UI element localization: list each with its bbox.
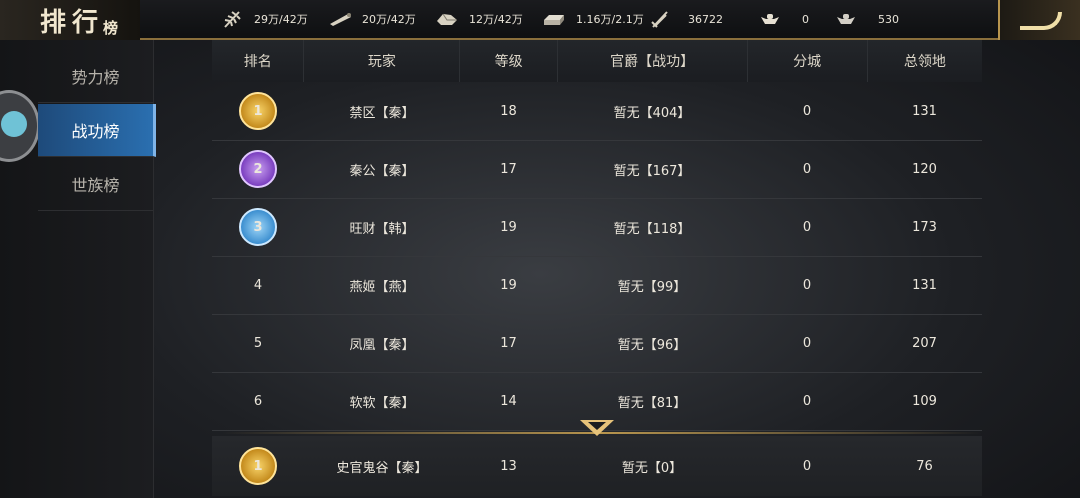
player-name: 秦公【秦】	[349, 163, 415, 179]
player-branch: 0	[802, 219, 812, 235]
wood-icon	[330, 13, 351, 26]
player-branch: 0	[802, 335, 812, 351]
player-branch: 0	[802, 103, 812, 119]
table-row[interactable]: 1 禁区【秦】 18 暂无【404】 0 131	[212, 82, 982, 141]
resource-iron-value: 1.16万/2.1万	[576, 13, 644, 26]
my-player-territory: 76	[916, 458, 933, 474]
col-branch-city: 分城	[748, 40, 868, 82]
bronze-medal-icon: 3	[239, 208, 277, 246]
back-arrow-icon	[1020, 12, 1062, 30]
player-title: 暂无【118】	[613, 221, 691, 237]
player-name: 软软【秦】	[349, 395, 415, 411]
gold-medal-icon: 1	[239, 447, 277, 485]
player-branch: 0	[802, 161, 812, 177]
player-territory: 109	[912, 393, 937, 409]
player-level: 17	[500, 161, 517, 177]
player-territory: 207	[912, 335, 937, 351]
player-branch: 0	[802, 393, 812, 409]
stone-icon	[437, 13, 457, 25]
resource-wood[interactable]: 20万/42万	[328, 10, 416, 28]
player-branch: 0	[802, 277, 812, 293]
player-title: 暂无【404】	[613, 105, 691, 121]
player-title: 暂无【99】	[617, 279, 687, 295]
sidebar-item-label: 势力榜	[71, 68, 120, 87]
col-territory: 总领地	[903, 54, 946, 70]
player-level: 14	[500, 393, 517, 409]
resource-wood-value: 20万/42万	[362, 13, 416, 26]
player-name: 凤凰【秦】	[349, 337, 415, 353]
my-player-level: 13	[500, 458, 517, 474]
player-level: 17	[500, 335, 517, 351]
sidebar-item-label: 战功榜	[71, 122, 120, 141]
col-level: 等级	[460, 40, 558, 82]
gold-ingot-icon	[761, 14, 779, 24]
my-player-title: 暂无【0】	[621, 460, 683, 476]
player-territory: 120	[912, 161, 937, 177]
col-title-merit: 官爵【战功】	[558, 40, 748, 82]
gold-medal-icon: 1	[239, 92, 277, 130]
col-player: 玩家	[304, 40, 461, 82]
table-row[interactable]: 4 燕姬【燕】 19 暂无【99】 0 131	[212, 256, 982, 315]
title-plate: 排行 榜	[0, 0, 140, 42]
iron-icon	[544, 15, 564, 25]
wheat-icon	[224, 11, 241, 28]
col-rank: 排名	[212, 40, 305, 82]
table-row[interactable]: 2 秦公【秦】 17 暂无【167】 0 120	[212, 140, 982, 199]
resource-iron[interactable]: 1.16万/2.1万	[542, 10, 644, 28]
player-territory: 131	[912, 277, 937, 293]
resource-gold[interactable]: 0	[760, 10, 809, 28]
player-rank: 4	[253, 277, 263, 293]
silver-medal-icon: 2	[239, 150, 277, 188]
sidebar-item-clan-rank[interactable]: 世族榜	[38, 158, 153, 211]
chevron-inner	[588, 422, 606, 430]
player-territory: 131	[912, 103, 937, 119]
player-name: 禁区【秦】	[349, 105, 415, 121]
player-level: 19	[500, 219, 517, 235]
player-rank: 6	[253, 393, 263, 409]
resource-stone[interactable]: 12万/42万	[435, 10, 523, 28]
player-territory: 173	[912, 219, 937, 235]
resource-gold-value: 0	[802, 12, 809, 26]
player-name: 旺财【韩】	[349, 221, 415, 237]
table-row[interactable]: 5 凤凰【秦】 17 暂无【96】 0 207	[212, 314, 982, 373]
sidebar-item-merit-rank[interactable]: 战功榜	[38, 104, 156, 157]
page-title-sub: 榜	[103, 19, 119, 37]
player-name: 燕姬【燕】	[349, 279, 415, 295]
back-button[interactable]	[998, 0, 1080, 40]
side-round-button[interactable]	[0, 90, 40, 162]
player-level: 19	[500, 277, 517, 293]
resource-stone-value: 12万/42万	[469, 13, 523, 26]
resource-silver[interactable]: 530	[836, 10, 899, 28]
player-title: 暂无【96】	[617, 337, 687, 353]
emblem-icon	[1, 111, 27, 137]
sidebar-item-faction-rank[interactable]: 势力榜	[38, 50, 153, 103]
page-title: 排行	[40, 8, 105, 38]
table-header: 排名 玩家 等级 官爵【战功】 分城 总领地	[212, 40, 982, 82]
my-player-branch: 0	[802, 458, 812, 474]
resource-troops[interactable]: 36722	[650, 10, 723, 28]
resource-wheat[interactable]: 29万/42万	[222, 10, 308, 28]
table-row[interactable]: 3 旺财【韩】 19 暂无【118】 0 173	[212, 198, 982, 257]
resource-silver-value: 530	[878, 12, 899, 26]
player-level: 18	[500, 103, 517, 119]
resource-troops-value: 36722	[688, 12, 723, 26]
sword-icon	[651, 11, 668, 28]
top-bar: 排行 榜 29万/42万 20万/42万 12万/42万 1.16万/2.1万 …	[0, 0, 1080, 42]
sidebar: 势力榜 战功榜 世族榜	[0, 40, 156, 498]
player-title: 暂无【167】	[613, 163, 691, 179]
silver-ingot-icon	[837, 14, 855, 24]
player-rank: 5	[253, 335, 263, 351]
sidebar-item-label: 世族榜	[71, 176, 120, 195]
my-player-name: 史官鬼谷【秦】	[336, 460, 428, 476]
my-rank-row[interactable]: 1 史官鬼谷【秦】 13 暂无【0】 0 76	[212, 436, 982, 496]
resource-wheat-value: 29万/42万	[254, 13, 308, 26]
